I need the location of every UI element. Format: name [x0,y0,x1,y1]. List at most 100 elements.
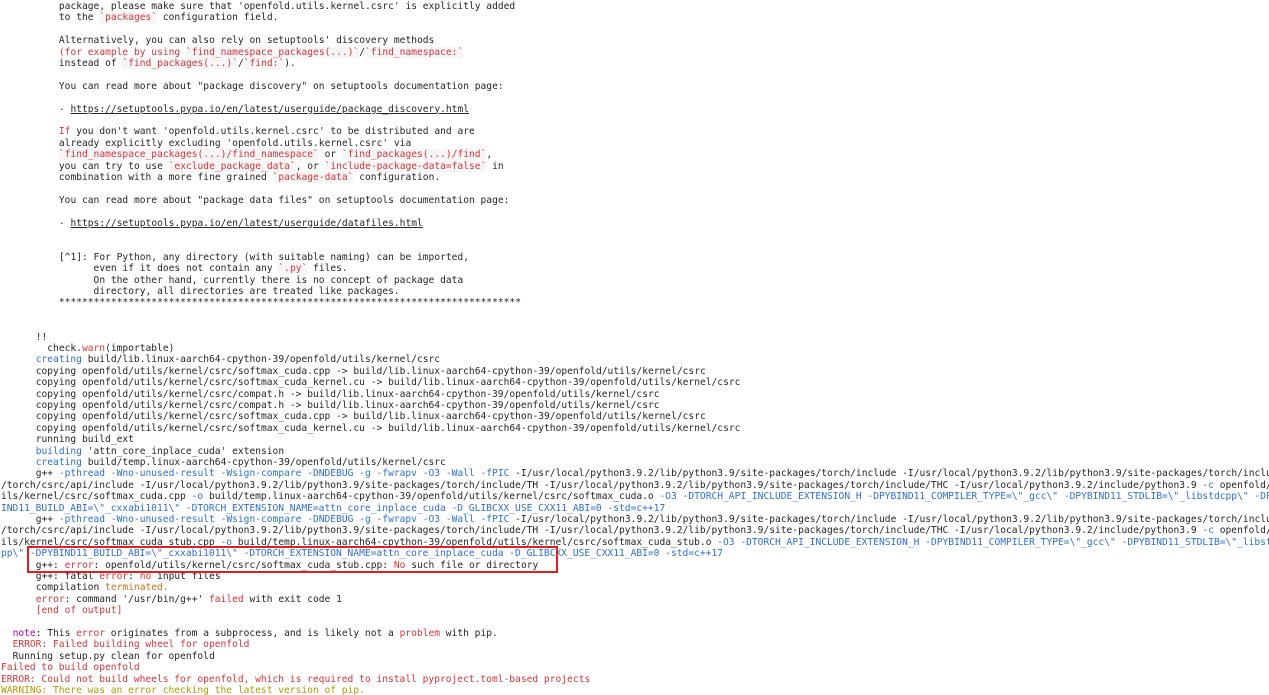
terminal-text: /torch/csrc/api/include -I/usr/local/pyt… [1,525,1203,537]
terminal-text: 'attn_core_inplace_cuda' extension [81,445,285,457]
terminal-text: input files [151,571,221,582]
terminal-text: openfold/ut [1219,525,1269,537]
terminal-text: you can try to use [58,160,169,172]
terminal-text: ). [284,58,296,69]
terminal-text: ****************************************… [58,297,521,309]
terminal-line: check.warn(importable) [0,343,1269,354]
terminal-text: : [128,571,140,582]
terminal-text: No [393,559,406,571]
terminal-line: copying openfold/utils/kernel/csrc/softm… [0,411,1269,422]
terminal-text: `include-package-data=false` [324,160,487,172]
terminal-text: error [64,559,94,571]
terminal-text: Failed to build openfold [1,662,140,674]
terminal-text: configuration field. [157,12,279,24]
terminal-text: instead of [58,58,123,69]
terminal-line: You can read more about "package data fi… [0,195,1269,206]
terminal-text: even if it does not contain any [58,263,279,275]
terminal-text: `find_namespace_packages(...)` [185,46,360,58]
terminal-line: Failed to build openfold [0,662,1269,673]
terminal-text: build/temp.linux-aarch64-cpython-39/open… [81,457,446,468]
terminal-text: `find_packages(...)/find` [341,149,487,161]
terminal-text: copying openfold/utils/kernel/csrc/compa… [35,388,660,400]
terminal-line: note: This error originates from a subpr… [0,628,1269,639]
terminal-line: `find_namespace_packages(...)/find_names… [0,149,1269,161]
terminal-text: [^1]: For Python, any directory (with su… [58,251,469,263]
terminal-text: `.py` [278,263,308,275]
terminal-line: creating build/lib.linux-aarch64-cpython… [0,354,1269,365]
terminal-line: error: command '/usr/bin/g++' failed wit… [0,594,1269,605]
terminal-text: building [35,445,82,457]
terminal-text: WARNING: There was an error checking the… [1,685,365,695]
terminal-text: -I/usr/local/python3.9.2/lib/python3.9/s… [509,514,1269,525]
terminal-text: -O3 -DTORCH_API_INCLUDE_EXTENSION_H -DPY… [717,536,1269,548]
terminal-line: even if it does not contain any `.py` fi… [0,263,1269,275]
terminal-text: error [99,571,129,582]
terminal-line: directory, all directories are treated l… [0,286,1269,297]
terminal-text: Running setup.py clean for openfold [12,650,215,662]
terminal-text: creating [35,457,82,468]
terminal-line: ERROR: Could not build wheels for openfo… [0,674,1269,685]
terminal-line: ils/kernel/csrc/softmax_cuda_stub.cpp -o… [0,537,1269,548]
terminal-text: files. [307,263,348,275]
terminal-text: you don't want 'openfold.utils.kernel.cs… [70,126,475,138]
terminal-text: `find_namespace_packages(...)/find_names… [58,149,319,161]
terminal-text: `find:` [243,58,285,69]
terminal-text: copying openfold/utils/kernel/csrc/softm… [35,411,706,423]
terminal-line: !! [0,332,1269,343]
terminal-line: IND11_BUILD_ABI=\"_cxxabi1011\" -DTORCH_… [0,503,1269,514]
terminal-text: build/lib.linux-aarch64-cpython-39/openf… [81,354,441,366]
terminal-line: building 'attn_core_inplace_cuda' extens… [0,446,1269,457]
terminal-text: openfold/ut [1219,479,1269,491]
terminal-line: (for example by using `find_namespace_pa… [0,46,1269,58]
terminal-text: (importable) [105,343,175,354]
terminal-text: compilation [35,582,106,594]
terminal-line: Running setup.py clean for openfold [0,651,1269,662]
terminal-text: problem [399,628,441,639]
terminal-text: [end of output] [35,605,123,617]
terminal-line: [end of output] [0,605,1269,616]
terminal-line: copying openfold/utils/kernel/csrc/softm… [0,366,1269,377]
terminal-text: warn [81,343,106,354]
terminal-output[interactable]: package, please make sure that 'openfold… [0,0,1269,695]
terminal-line: g++ -pthread -Wno-unused-result -Wsign-c… [0,468,1269,479]
terminal-text: note [12,628,36,639]
terminal-line: package, please make sure that 'openfold… [0,1,1269,12]
doc-link[interactable]: https://setuptools.pypa.io/en/latest/use… [70,218,422,229]
terminal-text: g++ [35,514,59,525]
terminal-text: configuration. [353,172,441,183]
terminal-line: If you don't want 'openfold.utils.kernel… [0,126,1269,137]
terminal-line: copying openfold/utils/kernel/csrc/compa… [0,400,1269,411]
terminal-text: package, please make sure that 'openfold… [58,1,516,12]
terminal-line: /torch/csrc/api/include -I/usr/local/pyt… [0,525,1269,536]
terminal-line: On the other hand, currently there is no… [0,275,1269,286]
terminal-text: - [58,103,71,115]
terminal-text: -c [1202,479,1214,491]
terminal-line: ERROR: Failed building wheel for openfol… [0,639,1269,650]
terminal-text: in [486,160,504,172]
terminal-line: creating build/temp.linux-aarch64-cpytho… [0,457,1269,468]
terminal-line: WARNING: There was an error checking the… [0,685,1269,695]
terminal-text: build/temp.linux-aarch64-cpython-39/open… [203,491,660,503]
terminal-line: ****************************************… [0,297,1269,308]
terminal-text: g++: [35,559,65,571]
terminal-line: - https://setuptools.pypa.io/en/latest/u… [0,104,1269,115]
terminal-line: compilation terminated. [0,582,1269,593]
terminal-text: copying openfold/utils/kernel/csrc/softm… [35,422,741,434]
terminal-text: or [318,149,342,161]
terminal-line: copying openfold/utils/kernel/csrc/softm… [0,423,1269,434]
terminal-text: -o [220,536,233,548]
terminal-text: : command '/usr/bin/g++' [64,593,210,605]
terminal-text: On the other hand, currently there is no… [58,274,464,286]
terminal-text: copying openfold/utils/kernel/csrc/softm… [35,365,706,377]
doc-link[interactable]: https://setuptools.pypa.io/en/latest/use… [70,104,469,115]
terminal-text: error [35,593,65,605]
terminal-text: check. [35,343,82,354]
terminal-text: : openfold/utils/kernel/csrc/softmax_cud… [93,559,394,571]
